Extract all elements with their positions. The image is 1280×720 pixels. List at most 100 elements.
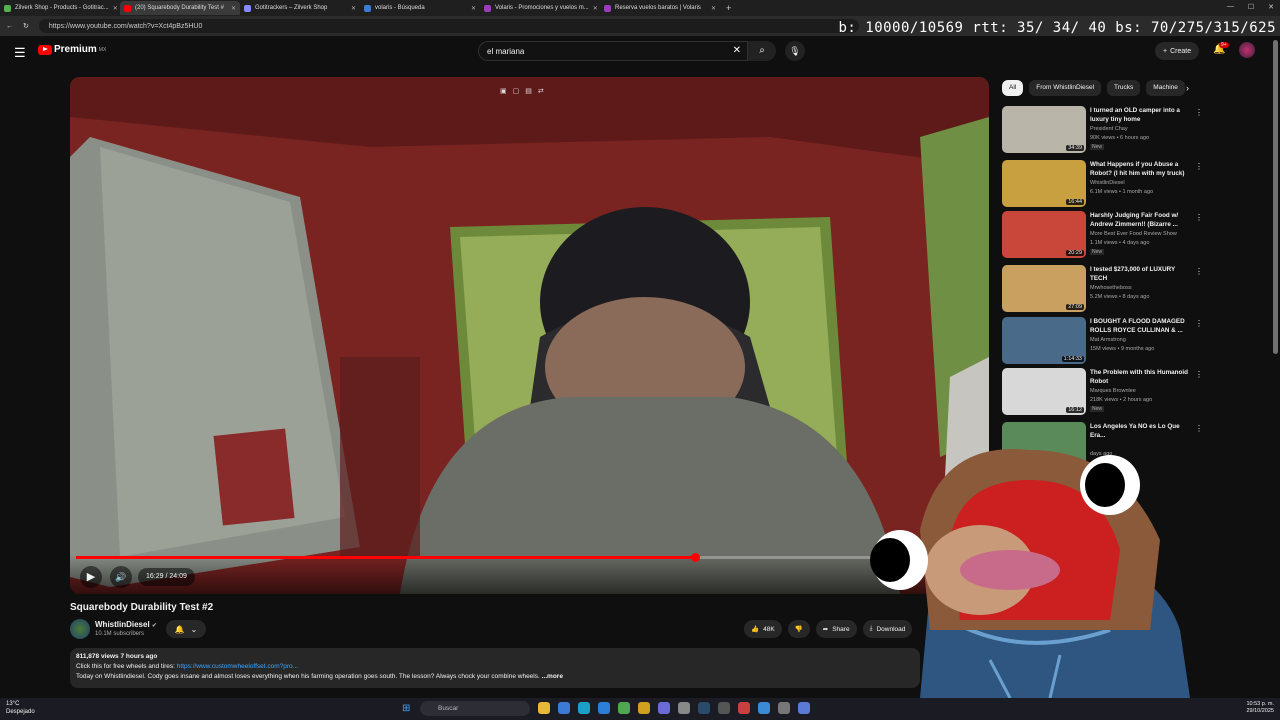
recommended-title[interactable]: I turned an OLD camper into a luxury tin…	[1090, 106, 1190, 124]
edge-icon[interactable]	[578, 702, 590, 714]
back-icon[interactable]: ←	[6, 23, 13, 30]
file-explorer-icon[interactable]	[538, 702, 550, 714]
tab-gotitrackers[interactable]: Gotitrackers – Zilverk Shop ✕	[240, 1, 360, 15]
recommended-channel[interactable]: Mat Armstrong	[1090, 337, 1126, 343]
page-scrollbar[interactable]	[1273, 40, 1278, 354]
description-box[interactable]: 811,878 views 7 hours ago Click this for…	[70, 648, 920, 688]
chip-machines[interactable]: Machine	[1146, 80, 1185, 96]
more-options-icon[interactable]: ⋮	[1195, 162, 1203, 171]
app-icon[interactable]	[798, 702, 810, 714]
tab-youtube-video[interactable]: (20) Squarebody Durability Test # ✕	[120, 1, 240, 15]
tab-volaris-search[interactable]: volaris - Búsqueda ✕	[360, 1, 480, 15]
chip-trucks[interactable]: Trucks	[1107, 80, 1141, 96]
close-icon[interactable]: ✕	[231, 5, 236, 12]
video-thumbnail[interactable]: 16:12	[1002, 368, 1086, 415]
create-button[interactable]: + Create	[1155, 42, 1200, 60]
recommended-video[interactable]: 1:14:33 I BOUGHT A FLOOD DAMAGED ROLLS RO…	[1002, 317, 1203, 365]
recommended-video[interactable]: 20:29 Harshly Judging Fair Food w/ Andrew…	[1002, 211, 1203, 259]
discord-icon[interactable]	[658, 702, 670, 714]
share-button[interactable]: ➦ Share	[815, 620, 857, 638]
system-clock[interactable]: 10:53 p. m. 29/10/2025	[1246, 701, 1274, 715]
recommended-title[interactable]: Harshly Judging Fair Food w/ Andrew Zimm…	[1090, 211, 1190, 229]
steam-icon[interactable]	[698, 702, 710, 714]
video-thumbnail[interactable]: 16:44	[1002, 160, 1086, 207]
close-icon[interactable]: ✕	[593, 5, 598, 12]
video-player[interactable]: ▣ ▢ ▤ ⇄ ▶ 🔊 16:29 / 24:09	[70, 77, 989, 594]
app-icon[interactable]	[738, 702, 750, 714]
subscription-bell-button[interactable]: 🔔 ⌄	[166, 620, 206, 638]
channel-avatar[interactable]	[70, 619, 90, 639]
screenshot-icon[interactable]: ▢	[513, 87, 520, 95]
clear-search-icon[interactable]: ✕	[733, 45, 741, 56]
video-thumbnail[interactable]: 34:39	[1002, 106, 1086, 153]
description-link[interactable]: https://www.customwheeloffset.com?pro...	[177, 663, 298, 670]
new-tab-icon[interactable]: +	[726, 3, 731, 13]
close-window-icon[interactable]: ✕	[1268, 3, 1274, 11]
app-icon[interactable]	[678, 702, 690, 714]
recommended-video[interactable]: 16:44 What Happens if you Abuse a Robot? …	[1002, 160, 1203, 208]
recommended-channel[interactable]: More Best Ever Food Review Show	[1090, 231, 1177, 237]
taskbar-search-input[interactable]: Buscar	[420, 701, 530, 716]
search-input[interactable]: el mariana ✕	[478, 41, 748, 61]
windows-start-icon[interactable]: ⊞	[402, 703, 410, 714]
recommended-title[interactable]: What Happens if you Abuse a Robot? (I hi…	[1090, 160, 1190, 178]
recommended-channel[interactable]: WhistlinDiesel	[1090, 180, 1125, 186]
app-icon[interactable]	[758, 702, 770, 714]
dislike-button[interactable]: 👎	[787, 620, 810, 638]
close-icon[interactable]: ✕	[113, 5, 118, 12]
recommended-channel[interactable]: Marques Brownlee	[1090, 388, 1136, 394]
recommended-video[interactable]: 27:09 I tested $273,000 of LUXURY TECH Mrw…	[1002, 265, 1203, 313]
tab-volaris-reserva[interactable]: Reserva vuelos baratos | Volaris ✕	[600, 1, 720, 15]
voice-search-icon[interactable]: 🎙	[785, 41, 805, 61]
chip-from-channel[interactable]: From WhistlinDiesel	[1029, 80, 1102, 96]
close-icon[interactable]: ✕	[471, 5, 476, 12]
url-field[interactable]: https://www.youtube.com/watch?v=Xct4pBz5…	[38, 19, 859, 33]
app-icon[interactable]	[718, 702, 730, 714]
reload-icon[interactable]: ↻	[23, 22, 29, 30]
chrome-icon[interactable]	[558, 702, 570, 714]
maximize-icon[interactable]: ☐	[1248, 3, 1254, 11]
recommended-video[interactable]: 16:12 The Problem with this Humanoid Robo…	[1002, 368, 1203, 416]
more-options-icon[interactable]: ⋮	[1195, 108, 1203, 117]
video-thumbnail[interactable]: 27:09	[1002, 265, 1086, 312]
more-options-icon[interactable]: ⋮	[1195, 267, 1203, 276]
search-button[interactable]: ⌕	[748, 41, 776, 61]
recommended-title[interactable]: I BOUGHT A FLOOD DAMAGED ROLLS ROYCE CUL…	[1090, 317, 1190, 335]
minimize-icon[interactable]: —	[1227, 3, 1234, 11]
account-avatar[interactable]	[1239, 42, 1255, 58]
video-thumbnail[interactable]: 20:29	[1002, 211, 1086, 258]
weather-widget[interactable]: 13°C Despejado	[6, 700, 35, 716]
chevron-right-icon[interactable]: ›	[1186, 83, 1189, 93]
recommended-title[interactable]: I tested $273,000 of LUXURY TECH	[1090, 265, 1190, 283]
app-icon[interactable]	[618, 702, 630, 714]
tab-volaris-promos[interactable]: Volaris - Promociones y vuelos m... ✕	[480, 1, 600, 15]
more-options-icon[interactable]: ⋮	[1195, 319, 1203, 328]
settings-icon[interactable]	[778, 702, 790, 714]
more-options-icon[interactable]: ⋮	[1195, 424, 1203, 433]
volume-button[interactable]: 🔊	[110, 566, 132, 588]
picture-in-picture-icon[interactable]: ▣	[500, 87, 507, 95]
vscode-icon[interactable]	[598, 702, 610, 714]
like-button[interactable]: 👍 48K	[744, 620, 782, 638]
close-icon[interactable]: ✕	[351, 5, 356, 12]
note-icon[interactable]: ▤	[525, 87, 532, 95]
recommended-video[interactable]: 34:39 I turned an OLD camper into a luxur…	[1002, 106, 1203, 154]
recommended-title[interactable]: The Problem with this Humanoid Robot	[1090, 368, 1190, 386]
show-more-link[interactable]: ...more	[542, 673, 563, 680]
youtube-logo[interactable]: Premium MX	[38, 44, 106, 55]
tab-zilverk-products[interactable]: Zilverk Shop - Products - Gotitrac... ✕	[0, 1, 120, 15]
app-icon[interactable]	[638, 702, 650, 714]
video-thumbnail[interactable]: 1:14:33	[1002, 317, 1086, 364]
translate-icon[interactable]: ⇄	[538, 87, 544, 95]
more-options-icon[interactable]: ⋮	[1195, 213, 1203, 222]
progress-scrubber[interactable]	[690, 553, 700, 562]
chip-all[interactable]: All	[1002, 80, 1024, 96]
recommended-channel[interactable]: Mrwhosetheboss	[1090, 285, 1132, 291]
recommended-channel[interactable]: President Chay	[1090, 126, 1128, 132]
close-icon[interactable]: ✕	[711, 5, 716, 12]
play-button[interactable]: ▶	[80, 566, 102, 588]
channel-name[interactable]: WhistlinDiesel ✔	[95, 620, 157, 629]
more-options-icon[interactable]: ⋮	[1195, 370, 1203, 379]
progress-bar[interactable]	[76, 553, 983, 562]
hamburger-menu-icon[interactable]: ☰	[14, 45, 26, 61]
